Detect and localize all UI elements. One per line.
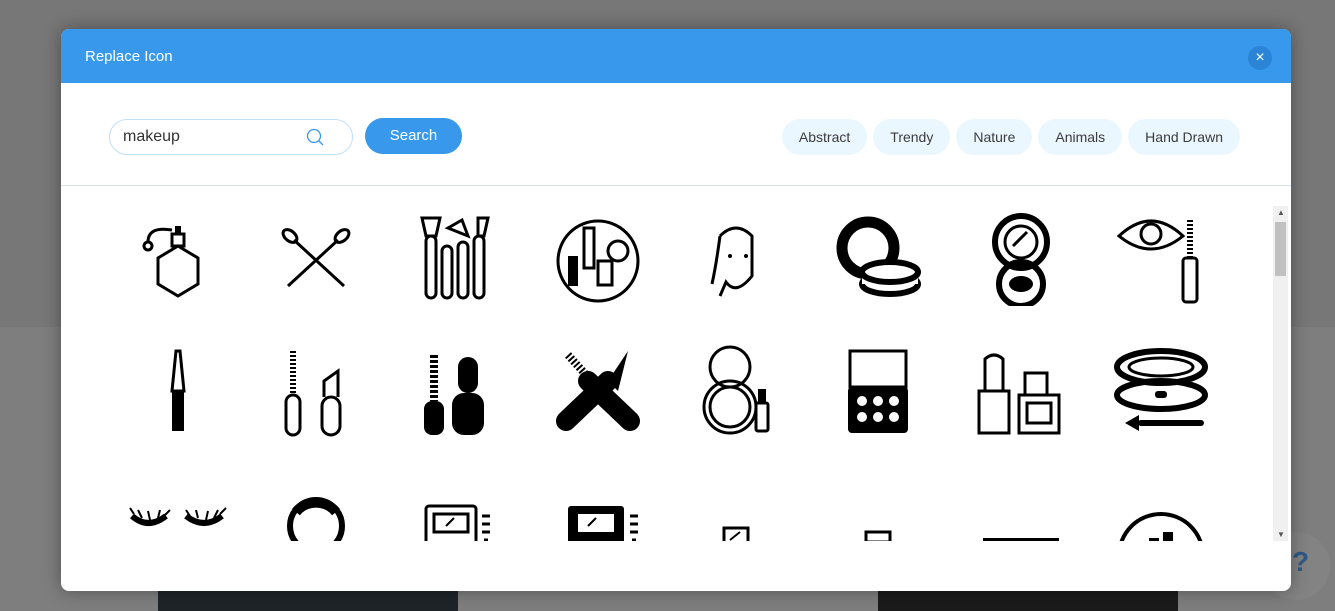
icon-option-palette-outline[interactable]	[406, 456, 506, 541]
icon-option-brush-set[interactable]	[406, 206, 506, 306]
icon-option-eyeliner[interactable]	[128, 341, 228, 441]
lipstick-nail-polish-icon	[977, 353, 1061, 435]
compact-powder-icon	[836, 216, 921, 297]
brush-set-icon	[420, 216, 490, 300]
tag-animals[interactable]: Animals	[1038, 119, 1123, 155]
compact-mirror-icon	[992, 213, 1050, 309]
tag-abstract[interactable]: Abstract	[781, 119, 868, 155]
icon-option-mascara-lipstick[interactable]	[266, 341, 366, 441]
tag-hand-drawn[interactable]: Hand Drawn	[1128, 119, 1240, 155]
icon-grid	[101, 206, 1271, 541]
background-block	[878, 590, 1178, 611]
icon-option-lipstick-nail-polish[interactable]	[971, 341, 1071, 441]
tag-list: Abstract Trendy Nature Animals Hand Draw…	[781, 119, 1240, 155]
scroll-down-arrow[interactable]: ▼	[1277, 530, 1285, 539]
icon-option-perfume-bottle[interactable]	[128, 206, 228, 306]
eyeliner-icon	[170, 349, 186, 431]
icon-option-compact-brush[interactable]	[1111, 341, 1211, 441]
eyeshadow-palette-icon	[848, 349, 908, 433]
tag-trendy[interactable]: Trendy	[873, 119, 951, 155]
icon-option-eye-mascara[interactable]	[1111, 206, 1211, 306]
icon-option-compact-powder[interactable]	[828, 206, 928, 306]
mascara-lipstick-solid-icon	[424, 355, 484, 435]
scroll-up-arrow[interactable]: ▲	[1277, 208, 1285, 217]
crossed-brushes-icon	[281, 228, 351, 288]
search-icon[interactable]	[306, 128, 326, 148]
icon-option-palette-strip[interactable]	[971, 456, 1071, 541]
scrollbar-thumb[interactable]	[1275, 222, 1286, 276]
mirror-small-icon	[722, 526, 750, 541]
search-button[interactable]: Search	[365, 118, 462, 154]
icon-option-compact-mirror[interactable]	[971, 206, 1071, 309]
scrollbar[interactable]: ▲ ▼	[1273, 206, 1288, 541]
icon-option-crossed-mascara-pencil[interactable]	[548, 341, 648, 441]
search-field[interactable]	[109, 119, 353, 155]
mascara-lipstick-icon	[284, 351, 342, 437]
icon-option-mirror-small[interactable]	[686, 456, 786, 541]
icon-option-mascara-lipstick-solid[interactable]	[406, 341, 506, 441]
crossed-mascara-pencil-icon	[556, 351, 640, 431]
icon-option-makeup-circle[interactable]	[548, 206, 648, 306]
palette-strip-icon	[983, 538, 1059, 541]
face-mask-icon	[710, 226, 754, 297]
makeup-case-icon	[864, 530, 892, 541]
background-block	[158, 590, 458, 611]
icon-option-palette-solid[interactable]	[548, 456, 648, 541]
tag-nature[interactable]: Nature	[956, 119, 1033, 155]
icon-option-makeup-case[interactable]	[828, 456, 928, 541]
powder-ring-icon	[287, 497, 345, 541]
divider	[61, 185, 1291, 186]
palette-outline-icon	[424, 504, 490, 541]
dialog-title: Replace Icon	[61, 29, 1291, 83]
compact-brush-icon	[1114, 348, 1208, 431]
icon-option-eyelashes[interactable]	[128, 456, 228, 541]
icon-option-circle-cosmetics[interactable]	[1111, 456, 1211, 541]
close-button[interactable]: ×	[1248, 46, 1272, 70]
icon-option-crossed-brushes[interactable]	[266, 206, 366, 306]
perfume-bottle-icon	[142, 226, 200, 298]
compact-lipstick-icon	[702, 345, 770, 435]
icon-option-eyeshadow-palette[interactable]	[828, 341, 928, 441]
replace-icon-dialog: Replace Icon × Search Abstract Trendy Na…	[61, 29, 1291, 591]
makeup-circle-icon	[556, 219, 640, 303]
search-input[interactable]	[123, 128, 293, 146]
eyelashes-icon	[129, 507, 227, 526]
icon-option-compact-lipstick[interactable]	[686, 341, 786, 441]
circle-cosmetics-icon	[1119, 512, 1203, 541]
icon-option-powder-ring[interactable]	[266, 456, 366, 541]
palette-solid-icon	[568, 506, 638, 541]
eye-mascara-icon	[1116, 219, 1199, 304]
icon-option-face-mask[interactable]	[686, 206, 786, 306]
